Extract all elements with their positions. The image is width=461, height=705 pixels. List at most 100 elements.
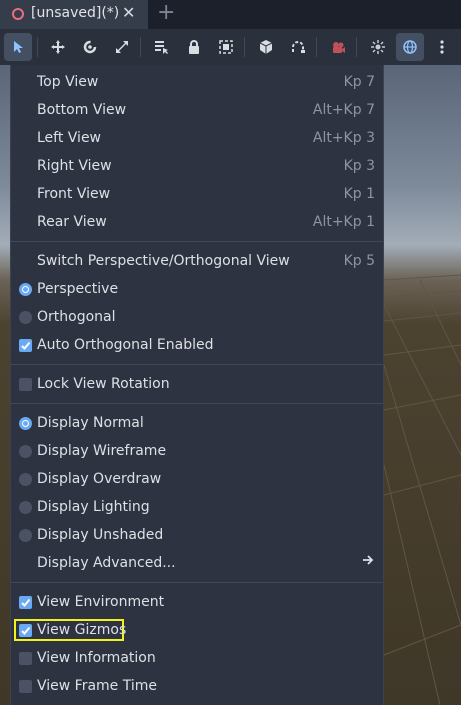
menu-item-label: View Gizmos [37, 622, 127, 638]
camera-icon [333, 42, 345, 53]
shortcut-label: Alt+Kp 1 [312, 214, 375, 230]
viewport-toolbar [0, 29, 461, 65]
menu-item-bottom-view[interactable]: Bottom View Alt+Kp 7 [11, 96, 383, 124]
list-select-button[interactable] [147, 33, 175, 61]
menu-item-view-gizmos[interactable]: View Gizmos [11, 616, 383, 644]
list-select-icon [155, 41, 168, 54]
radio-unselected-icon [19, 529, 32, 542]
checkbox-checked-icon [19, 339, 32, 352]
radio-unselected-icon [19, 445, 32, 458]
scene-tab[interactable]: [unsaved](*) ✕ [0, 0, 148, 29]
unsaved-scene-icon [12, 8, 24, 20]
menu-item-display-normal[interactable]: Display Normal [11, 409, 383, 437]
menu-item-label: Display Lighting [37, 499, 150, 515]
menu-item-label: View Frame Time [37, 678, 158, 694]
menu-item-label: Display Unshaded [37, 527, 164, 543]
menu-item-view-environment[interactable]: View Environment [11, 588, 383, 616]
menu-item-label: Lock View Rotation [37, 376, 170, 392]
menu-item-orthogonal[interactable]: Orthogonal [11, 303, 383, 331]
shortcut-label: Kp 1 [343, 186, 375, 202]
camera-button[interactable] [324, 33, 352, 61]
menu-item-perspective[interactable]: Perspective [11, 275, 383, 303]
group-button[interactable] [212, 33, 240, 61]
menu-item-lock-view-rotation[interactable]: Lock View Rotation [11, 370, 383, 398]
shortcut-label: Kp 3 [343, 158, 375, 174]
rotate-tool-button[interactable] [76, 33, 104, 61]
menu-item-switch-perspective[interactable]: Switch Perspective/Orthogonal View Kp 5 [11, 247, 383, 275]
close-icon[interactable]: ✕ [122, 4, 135, 22]
checkbox-checked-icon [19, 624, 32, 637]
menu-separator [11, 403, 383, 404]
menu-item-label: Display Advanced... [37, 555, 176, 571]
menu-item-label: Left View [37, 130, 102, 146]
move-icon [51, 40, 65, 54]
sun-preview-button[interactable] [364, 33, 392, 61]
shortcut-label: Kp 5 [343, 253, 375, 269]
checkbox-checked-icon [19, 596, 32, 609]
menu-item-rear-view[interactable]: Rear View Alt+Kp 1 [11, 208, 383, 236]
menu-item-label: Display Normal [37, 415, 144, 431]
menu-item-label: Top View [37, 74, 99, 90]
radio-unselected-icon [19, 311, 32, 324]
add-tab-icon[interactable]: + [157, 2, 175, 24]
checkbox-unchecked-icon [19, 652, 32, 665]
menu-item-label: Rear View [37, 214, 107, 230]
menu-item-label: Bottom View [37, 102, 127, 118]
radio-unselected-icon [19, 473, 32, 486]
menu-item-display-wireframe[interactable]: Display Wireframe [11, 437, 383, 465]
snap-button[interactable] [284, 33, 312, 61]
more-vertical-icon [440, 40, 444, 54]
scene-tab-bar: [unsaved](*) ✕ + [0, 0, 461, 29]
menu-item-display-advanced[interactable]: Display Advanced... [11, 549, 383, 577]
select-tool-button[interactable] [4, 33, 32, 61]
shortcut-label: Kp 7 [343, 74, 375, 90]
menu-item-label: Orthogonal [37, 309, 116, 325]
select-arrow-icon [14, 41, 23, 53]
rotate-icon [83, 40, 97, 54]
menu-item-label: View Environment [37, 594, 165, 610]
tab-title: [unsaved](*) [31, 5, 120, 21]
menu-item-label: Display Overdraw [37, 471, 162, 487]
radio-selected-icon [19, 283, 32, 296]
menu-item-label: View Information [37, 650, 156, 666]
menu-item-label: Auto Orthogonal Enabled [37, 337, 214, 353]
local-space-button[interactable] [252, 33, 280, 61]
menu-item-display-overdraw[interactable]: Display Overdraw [11, 465, 383, 493]
menu-item-auto-orthogonal[interactable]: Auto Orthogonal Enabled [11, 331, 383, 359]
menu-separator [11, 582, 383, 583]
submenu-arrow-icon [362, 554, 374, 570]
menu-item-label: Right View [37, 158, 112, 174]
menu-separator [11, 241, 383, 242]
checkbox-unchecked-icon [19, 680, 32, 693]
view-menu-popup: Top View Kp 7 Bottom View Alt+Kp 7 Left … [10, 65, 384, 705]
menu-separator [11, 364, 383, 365]
menu-item-top-view[interactable]: Top View Kp 7 [11, 68, 383, 96]
radio-unselected-icon [19, 501, 32, 514]
snap-icon [292, 41, 305, 53]
scale-tool-button[interactable] [108, 33, 136, 61]
sun-icon [371, 40, 385, 54]
menu-item-left-view[interactable]: Left View Alt+Kp 3 [11, 124, 383, 152]
menu-item-display-unshaded[interactable]: Display Unshaded [11, 521, 383, 549]
menu-item-label: Switch Perspective/Orthogonal View [37, 253, 290, 269]
menu-item-display-lighting[interactable]: Display Lighting [11, 493, 383, 521]
shortcut-label: Alt+Kp 3 [312, 130, 375, 146]
lock-button[interactable] [180, 33, 208, 61]
lock-icon [189, 40, 199, 54]
more-options-button[interactable] [428, 33, 456, 61]
globe-icon [403, 40, 417, 54]
shortcut-label: Alt+Kp 7 [312, 102, 375, 118]
menu-item-label: Perspective [37, 281, 119, 297]
move-tool-button[interactable] [44, 33, 72, 61]
menu-item-label: Display Wireframe [37, 443, 167, 459]
menu-item-view-frame-time[interactable]: View Frame Time [11, 672, 383, 700]
checkbox-unchecked-icon [19, 378, 32, 391]
scale-icon [116, 41, 128, 53]
radio-selected-icon [19, 417, 32, 430]
menu-item-front-view[interactable]: Front View Kp 1 [11, 180, 383, 208]
local-space-icon [259, 40, 273, 54]
environment-preview-button[interactable] [396, 33, 424, 61]
menu-item-label: Front View [37, 186, 111, 202]
menu-item-right-view[interactable]: Right View Kp 3 [11, 152, 383, 180]
menu-item-view-information[interactable]: View Information [11, 644, 383, 672]
